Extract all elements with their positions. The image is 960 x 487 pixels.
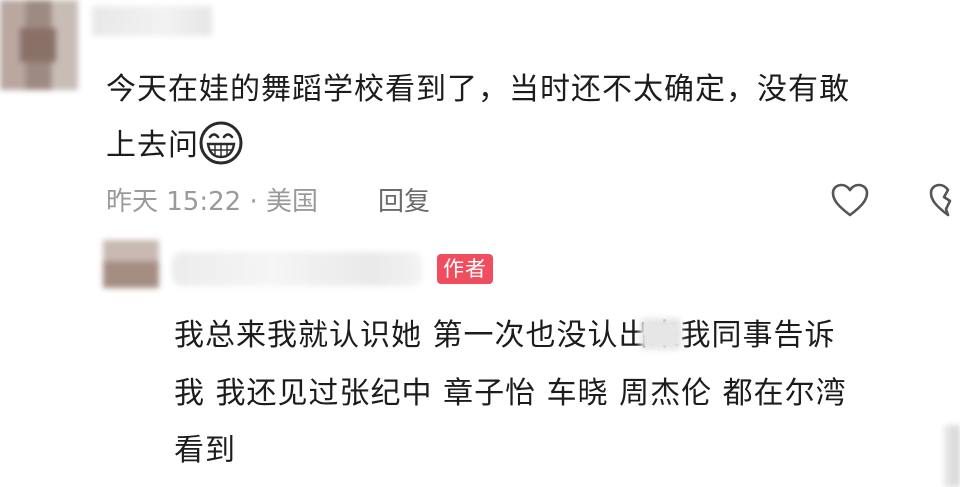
reply-author-name-blurred — [172, 252, 422, 286]
edge-shadow — [944, 425, 960, 487]
grinning-face-icon — [199, 121, 243, 165]
comment-text-line-2: 上去问 — [106, 120, 243, 165]
redaction-blot — [640, 318, 682, 350]
reply-text-line-1: 我总来我就认识她 第一次也没认出来我同事告诉 — [174, 318, 836, 353]
comment-text-line-1: 今天在娃的舞蹈学校看到了，当时还不太确定，没有敢 — [106, 72, 850, 107]
dislike-broken-heart-icon[interactable] — [928, 182, 960, 218]
reply-button[interactable]: 回复 — [378, 181, 430, 218]
reply-text-line-3: 看到 — [174, 433, 236, 468]
author-badge: 作者 — [437, 254, 493, 284]
reply-text-line-2: 我 我还见过张纪中 章子怡 车晓 周杰伦 都在尔湾 — [174, 376, 847, 411]
like-heart-icon[interactable] — [830, 182, 870, 218]
commenter-avatar[interactable] — [0, 0, 78, 90]
reply-author-avatar[interactable] — [103, 240, 159, 288]
comment-timestamp-location: 昨天 15:22 · 美国 — [106, 187, 318, 217]
commenter-name-blurred — [92, 6, 212, 36]
comment-text-line-2-text: 上去问 — [106, 128, 199, 163]
